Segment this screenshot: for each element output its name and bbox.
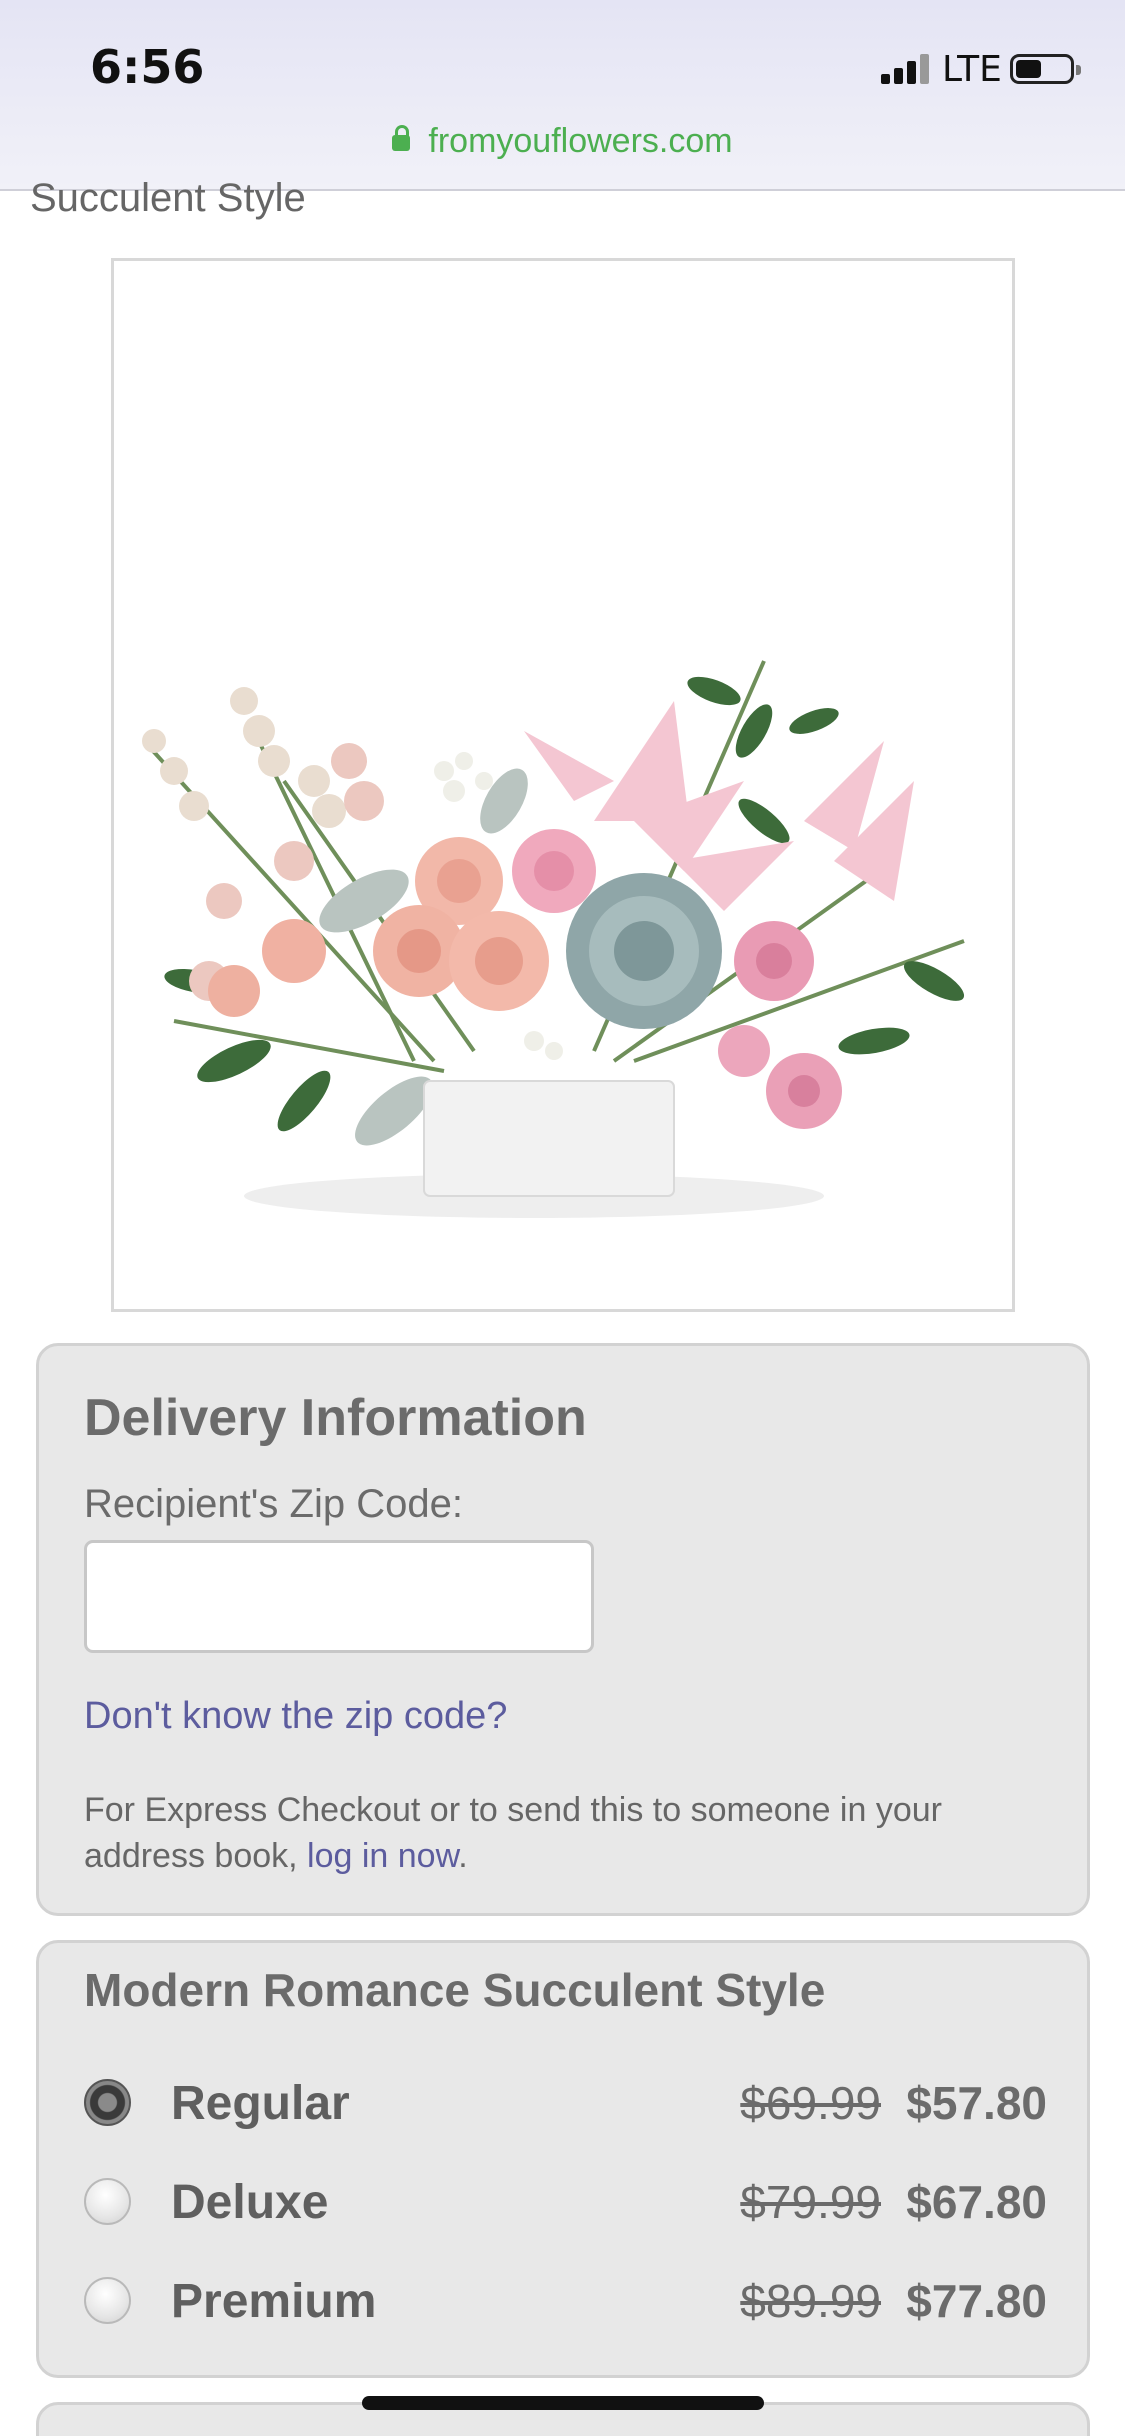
original-price: $79.99	[740, 2176, 881, 2228]
option-premium[interactable]: Premium $89.99 $77.80	[39, 2261, 1093, 2341]
login-link[interactable]: log in now	[307, 1837, 458, 1875]
delivery-information-panel: Delivery Information Recipient's Zip Cod…	[36, 1343, 1090, 1916]
zip-code-help-link[interactable]: Don't know the zip code?	[84, 1695, 507, 1738]
option-label: Regular	[171, 2077, 350, 2130]
sale-price: $57.80	[906, 2077, 1047, 2129]
home-indicator[interactable]	[362, 2396, 764, 2410]
product-title-partial: Succulent Style	[30, 176, 306, 220]
original-price: $89.99	[740, 2275, 881, 2327]
option-label: Premium	[171, 2275, 377, 2328]
url-text: fromyouflowers.com	[428, 122, 733, 160]
original-price: $69.99	[740, 2077, 881, 2129]
radio-premium[interactable]	[84, 2277, 131, 2324]
battery-icon	[1010, 54, 1081, 84]
option-label: Deluxe	[171, 2176, 329, 2229]
delivery-heading: Delivery Information	[84, 1389, 587, 1447]
express-checkout-text: For Express Checkout or to send this to …	[84, 1787, 1044, 1879]
radio-regular[interactable]	[84, 2079, 131, 2126]
signal-strength-icon	[881, 54, 933, 84]
radio-deluxe[interactable]	[84, 2178, 131, 2225]
zip-code-input[interactable]	[84, 1540, 594, 1653]
express-checkout-message: For Express Checkout or to send this to …	[84, 1791, 942, 1875]
status-time: 6:56	[90, 40, 205, 94]
sale-price: $77.80	[906, 2275, 1047, 2327]
lock-icon	[392, 125, 411, 151]
sale-price: $67.80	[906, 2176, 1047, 2228]
option-regular[interactable]: Regular $69.99 $57.80	[39, 2063, 1093, 2143]
product-image	[111, 258, 1015, 1312]
option-deluxe[interactable]: Deluxe $79.99 $67.80	[39, 2162, 1093, 2242]
zip-code-label: Recipient's Zip Code:	[84, 1482, 463, 1526]
express-checkout-period: .	[458, 1837, 468, 1875]
flower-arrangement-illustration	[142, 660, 965, 1218]
address-bar[interactable]: fromyouflowers.com	[0, 122, 1125, 161]
product-style-options-panel: Modern Romance Succulent Style Regular $…	[36, 1940, 1090, 2378]
network-type-label: LTE	[942, 49, 1002, 90]
style-options-heading: Modern Romance Succulent Style	[84, 1964, 826, 2016]
browser-top-bar: 6:56 LTE fromyouflowers.com	[0, 0, 1125, 191]
